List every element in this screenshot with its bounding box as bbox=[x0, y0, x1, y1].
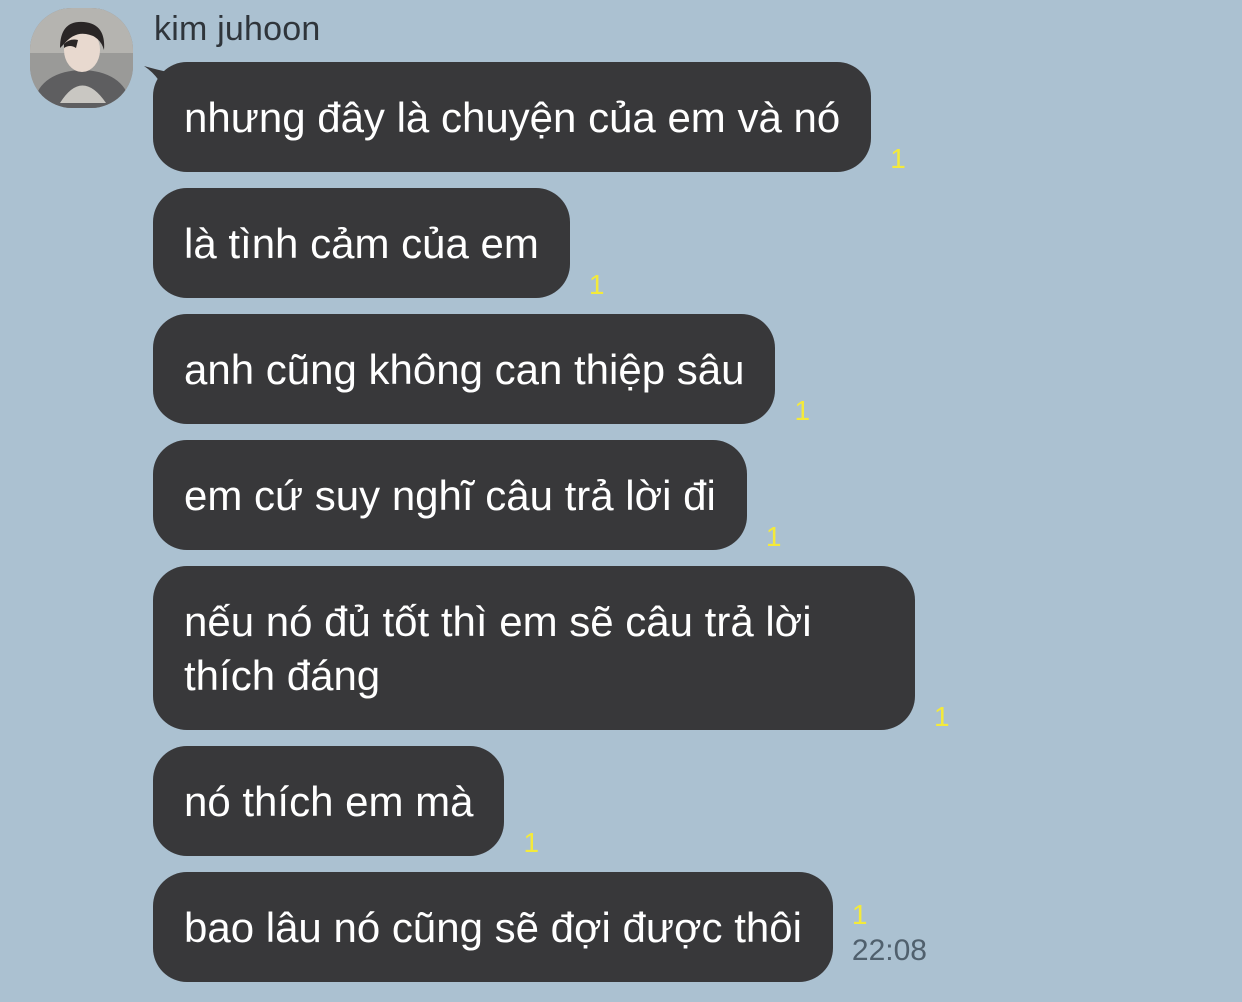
unread-count: 1 bbox=[851, 899, 868, 930]
message-text: bao lâu nó cũng sẽ đợi được thôi bbox=[184, 904, 802, 951]
message-row: em cứ suy nghĩ câu trả lời đi 1 bbox=[153, 440, 782, 552]
avatar-photo bbox=[30, 8, 133, 108]
message-text: nhưng đây là chuyện của em và nó bbox=[184, 94, 841, 141]
message-bubble[interactable]: em cứ suy nghĩ câu trả lời đi bbox=[153, 440, 747, 550]
message-bubble[interactable]: là tình cảm của em bbox=[153, 188, 570, 298]
message-text: nó thích em mà bbox=[184, 778, 474, 825]
message-text: anh cũng không can thiệp sâu bbox=[184, 346, 745, 393]
message-meta: 1 bbox=[890, 144, 906, 174]
message-bubble[interactable]: nó thích em mà bbox=[153, 746, 505, 856]
message-bubble[interactable]: anh cũng không can thiệp sâu bbox=[153, 314, 776, 424]
sender-name: kim juhoon bbox=[154, 10, 321, 48]
message-meta: 1 bbox=[589, 270, 605, 300]
unread-count: 1 bbox=[890, 143, 906, 174]
unread-count: 1 bbox=[588, 269, 605, 300]
message-meta: 1 bbox=[794, 396, 810, 426]
message-row: nếu nó đủ tốt thì em sẽ câu trả lời thíc… bbox=[153, 566, 950, 732]
unread-count: 1 bbox=[934, 701, 950, 732]
unread-count: 1 bbox=[765, 521, 782, 552]
message-time: 22:08 bbox=[851, 934, 927, 967]
message-bubble[interactable]: bao lâu nó cũng sẽ đợi được thôi bbox=[153, 872, 833, 982]
message-meta: 1 bbox=[523, 828, 539, 858]
message-row: nó thích em mà 1 bbox=[153, 746, 539, 858]
unread-count: 1 bbox=[794, 395, 811, 426]
sender-avatar[interactable] bbox=[30, 8, 133, 108]
message-meta: 1 22:08 bbox=[852, 900, 927, 968]
message-row: anh cũng không can thiệp sâu 1 bbox=[153, 314, 810, 426]
message-row: nhưng đây là chuyện của em và nó 1 bbox=[153, 62, 906, 174]
message-bubble[interactable]: nếu nó đủ tốt thì em sẽ câu trả lời thíc… bbox=[153, 566, 915, 730]
unread-count: 1 bbox=[523, 827, 540, 858]
message-row: là tình cảm của em 1 bbox=[153, 188, 605, 300]
message-text: nếu nó đủ tốt thì em sẽ câu trả lời thíc… bbox=[184, 598, 812, 699]
message-bubble[interactable]: nhưng đây là chuyện của em và nó bbox=[153, 62, 872, 172]
message-meta: 1 bbox=[766, 522, 782, 552]
message-text: là tình cảm của em bbox=[184, 220, 539, 267]
message-row: bao lâu nó cũng sẽ đợi được thôi 1 22:08 bbox=[153, 872, 927, 982]
message-text: em cứ suy nghĩ câu trả lời đi bbox=[184, 472, 716, 519]
message-meta: 1 bbox=[934, 702, 950, 732]
